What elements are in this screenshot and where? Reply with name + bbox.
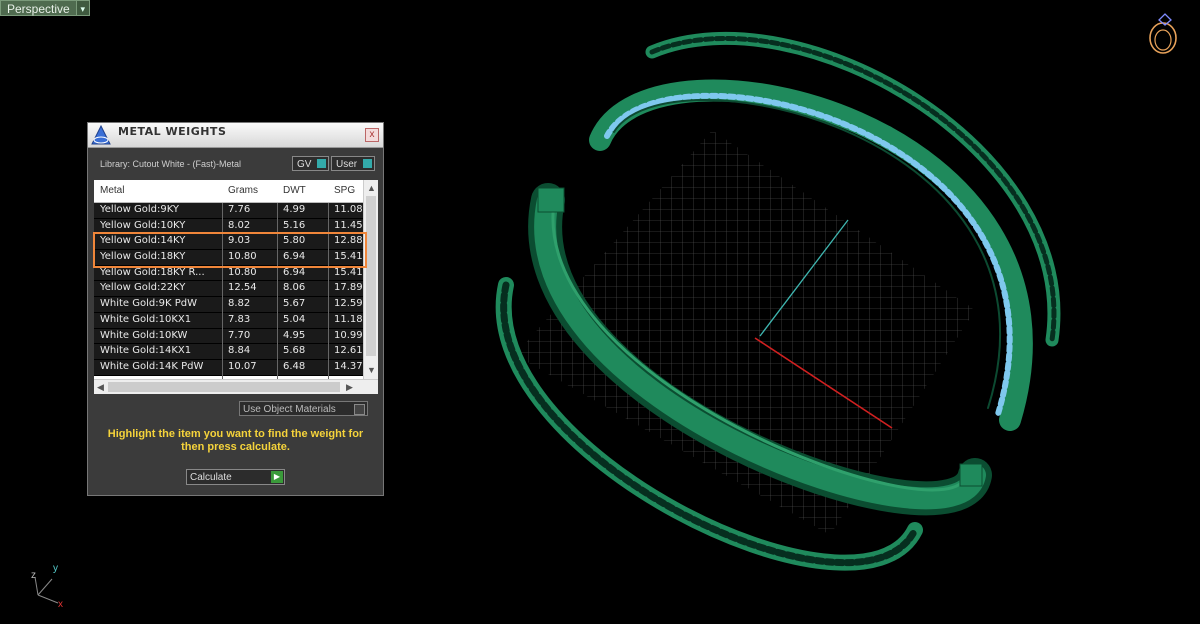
cell-grams: 8.02 [228, 219, 251, 231]
gv-toggle-label: GV [297, 159, 312, 170]
table-row[interactable]: Yellow Gold:22KY 12.54 8.06 17.89 [94, 281, 364, 298]
cell-metal: White Gold:9K PdW [100, 298, 197, 310]
play-arrow-icon: ▶ [271, 471, 283, 483]
viewport-menu-chevron-icon[interactable]: ▾ [76, 0, 90, 16]
cell-metal: Yellow Gold:22KY [100, 282, 186, 294]
cell-dwt: 5.04 [283, 313, 306, 325]
cell-spg: 11.45 [334, 219, 363, 231]
cell-grams: 7.83 [228, 313, 251, 325]
cell-metal: Yellow Gold:10KY [100, 219, 186, 231]
panel-titlebar[interactable]: METAL WEIGHTS x [88, 123, 383, 148]
viewport-title-tab[interactable]: Perspective ▾ [0, 0, 90, 16]
cell-metal: White Gold:10KW [100, 329, 188, 341]
scroll-up-icon[interactable]: ▲ [367, 182, 376, 194]
horizontal-scrollbar[interactable]: ◀ ▶ [94, 379, 378, 394]
cell-grams: 8.84 [228, 345, 251, 357]
viewport-title[interactable]: Perspective [0, 0, 77, 16]
scroll-down-icon[interactable]: ▼ [367, 364, 376, 376]
cell-grams: 8.82 [228, 298, 251, 310]
table-row[interactable]: White Gold:10KX1 7.83 5.04 11.18 [94, 312, 364, 329]
table-row[interactable]: Yellow Gold:9KY 7.76 4.99 11.08 [94, 203, 364, 219]
cell-grams: 10.07 [228, 360, 257, 372]
selection-highlight-annotation [93, 232, 367, 268]
cell-dwt: 6.48 [283, 360, 306, 372]
table-row[interactable]: White Gold:14K PdW 10.07 6.48 14.37 [94, 359, 364, 376]
axis-label-z: z [31, 570, 36, 581]
col-header-dwt[interactable]: DWT [283, 185, 306, 196]
gv-toggle[interactable]: GV [292, 156, 329, 171]
table-body: Yellow Gold:9KY 7.76 4.99 11.08 Yellow Gold… [94, 203, 364, 376]
cell-spg: 10.99 [334, 329, 363, 341]
checkbox-icon[interactable] [354, 404, 365, 415]
cell-spg: 12.59 [334, 298, 363, 310]
cell-dwt: 5.67 [283, 298, 306, 310]
cell-dwt: 4.99 [283, 204, 306, 215]
cell-spg: 17.89 [334, 282, 363, 294]
col-header-spg[interactable]: SPG [334, 185, 355, 196]
toggle-indicator-icon [317, 159, 326, 168]
cell-spg: 14.37 [334, 360, 363, 372]
cell-grams: 7.70 [228, 329, 251, 341]
use-object-materials-toggle[interactable]: Use Object Materials [239, 401, 368, 416]
use-object-materials-label: Use Object Materials [243, 404, 336, 415]
user-toggle-label: User [336, 159, 358, 170]
scroll-left-icon[interactable]: ◀ [97, 381, 104, 393]
cell-grams: 10.80 [228, 266, 257, 278]
cell-dwt: 8.06 [283, 282, 306, 294]
cell-metal: White Gold:10KX1 [100, 313, 192, 325]
table-header: Metal Grams DWT SPG [94, 180, 378, 203]
table-row[interactable]: White Gold:10KW 7.70 4.95 10.99 [94, 328, 364, 345]
matrix-logo-icon [91, 124, 111, 145]
table-row[interactable]: White Gold:9K PdW 8.82 5.67 12.59 [94, 297, 364, 313]
horizontal-scroll-thumb[interactable] [108, 382, 340, 392]
cell-spg: 12.61 [334, 345, 363, 357]
cell-metal: White Gold:14KX1 [100, 345, 192, 357]
cell-grams: 7.76 [228, 204, 251, 215]
cell-spg: 11.18 [334, 313, 363, 325]
cell-metal: Yellow Gold:9KY [100, 204, 179, 215]
cell-dwt: 6.94 [283, 266, 306, 278]
calculate-label: Calculate [190, 472, 232, 483]
user-toggle[interactable]: User [331, 156, 375, 171]
instruction-text: Highlight the item you want to find the … [107, 428, 364, 453]
vertical-scrollbar[interactable]: ▲ ▼ [363, 180, 378, 380]
col-header-metal[interactable]: Metal [100, 185, 124, 196]
view-navigation-icon[interactable] [1149, 13, 1177, 54]
vertical-scroll-thumb[interactable] [366, 196, 376, 356]
axis-label-y: y [53, 563, 58, 574]
cell-metal: Yellow Gold:18KY R... [100, 266, 205, 278]
cell-dwt: 5.16 [283, 219, 306, 231]
cell-dwt: 4.95 [283, 329, 306, 341]
library-label: Library: Cutout White - (Fast)-Metal [100, 159, 242, 169]
table-row[interactable]: White Gold:14KX1 8.84 5.68 12.61 [94, 344, 364, 360]
cell-spg: 11.08 [334, 204, 363, 215]
cell-grams: 12.54 [228, 282, 257, 294]
calculate-button[interactable]: Calculate ▶ [186, 469, 285, 485]
metal-table[interactable]: Metal Grams DWT SPG Yellow Gold:9KY 7.76 4… [94, 180, 378, 394]
cell-dwt: 5.68 [283, 345, 306, 357]
cell-spg: 15.41 [334, 266, 363, 278]
table-row[interactable]: Yellow Gold:18KY R... 10.80 6.94 15.41 [94, 265, 364, 282]
panel-title: METAL WEIGHTS [118, 125, 227, 138]
toggle-indicator-icon [363, 159, 372, 168]
col-header-grams[interactable]: Grams [228, 185, 258, 196]
axis-triad-icon [34, 576, 59, 604]
metal-weights-panel: METAL WEIGHTS x Library: Cutout White - … [87, 122, 384, 496]
cell-metal: White Gold:14K PdW [100, 360, 204, 372]
close-icon[interactable]: x [365, 128, 379, 142]
scroll-right-icon[interactable]: ▶ [346, 381, 353, 393]
axis-label-x: x [58, 599, 63, 610]
